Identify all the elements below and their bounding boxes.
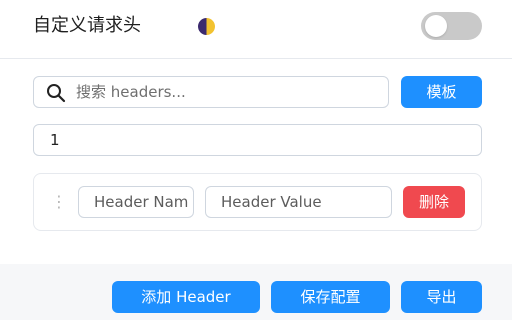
drag-handle-icon[interactable]: ⋮ — [51, 192, 67, 212]
template-button[interactable]: 模板 — [401, 76, 482, 108]
page-title: 自定义请求头 — [33, 15, 141, 36]
header-row: ⋮ 删除 — [33, 173, 482, 231]
search-input[interactable] — [76, 77, 376, 107]
enable-toggle[interactable] — [421, 12, 482, 40]
header-value-input[interactable] — [221, 187, 386, 217]
export-button[interactable]: 导出 — [401, 281, 482, 313]
header-value-field[interactable] — [205, 186, 392, 218]
extension-status-icon — [198, 18, 215, 35]
save-config-button[interactable]: 保存配置 — [271, 281, 390, 313]
toggle-knob — [425, 15, 447, 37]
delete-button[interactable]: 删除 — [403, 186, 465, 218]
popup-header: 自定义请求头 — [0, 0, 512, 58]
header-name-input[interactable] — [94, 187, 188, 217]
search-box[interactable] — [33, 76, 389, 108]
profile-value-field[interactable] — [33, 124, 482, 156]
search-icon — [47, 84, 66, 103]
header-name-field[interactable] — [78, 186, 194, 218]
profile-value-input[interactable] — [50, 125, 470, 155]
add-header-button[interactable]: 添加 Header — [112, 281, 260, 313]
